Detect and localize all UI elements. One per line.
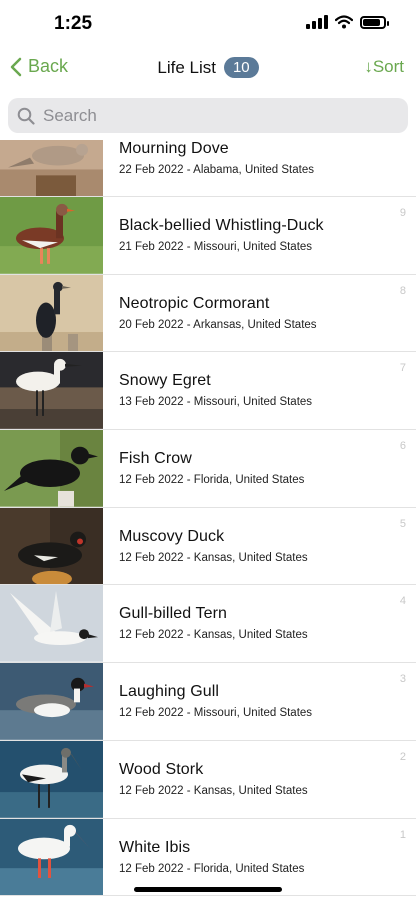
cellular-signal-icon xyxy=(306,15,328,29)
sighting-meta: 13 Feb 2022 - Missouri, United States xyxy=(119,396,313,409)
bird-name: White Ibis xyxy=(119,838,191,856)
bird-name: Mourning Dove xyxy=(119,140,229,157)
sighting-meta: 21 Feb 2022 - Missouri, United States xyxy=(119,241,313,253)
sighting-meta: 12 Feb 2022 - Missouri, United States xyxy=(119,707,313,720)
list-item[interactable]: Fish Crow 12 Feb 2022 - Florida, United … xyxy=(0,430,416,508)
page-title: Life List 10 xyxy=(0,57,416,78)
list-number: 7 xyxy=(399,362,406,375)
bird-photo xyxy=(0,585,103,663)
count-badge: 10 xyxy=(223,57,259,78)
bird-photo xyxy=(0,197,103,274)
sort-button[interactable]: ↓Sort xyxy=(364,57,404,77)
bird-name: Muscovy Duck xyxy=(119,527,225,545)
sighting-meta: 12 Feb 2022 - Kansas, United States xyxy=(119,629,308,642)
search-bar[interactable] xyxy=(8,98,408,133)
list-item[interactable]: Gull-billed Tern 12 Feb 2022 - Kansas, U… xyxy=(0,585,416,664)
navigation-bar: Back Life List 10 ↓Sort xyxy=(0,48,416,90)
list-item[interactable]: Black-bellied Whistling-Duck 21 Feb 2022… xyxy=(0,197,416,275)
list-item[interactable]: White Ibis 12 Feb 2022 - Florida, United… xyxy=(0,818,416,897)
status-bar: 1:25 xyxy=(0,0,416,48)
wifi-icon xyxy=(335,15,353,29)
list-number: 4 xyxy=(399,595,406,608)
bird-photo xyxy=(0,663,103,740)
list-number: 1 xyxy=(399,828,406,841)
list-item[interactable]: Neotropic Cormorant 20 Feb 2022 - Arkans… xyxy=(0,274,416,353)
bird-name: Laughing Gull xyxy=(119,683,220,701)
list-number: 9 xyxy=(399,207,406,219)
list-number: 2 xyxy=(399,750,406,763)
bird-name: Snowy Egret xyxy=(119,372,211,390)
bird-photo xyxy=(0,430,103,507)
bird-photo xyxy=(0,352,103,430)
sighting-meta: 12 Feb 2022 - Florida, United States xyxy=(119,862,305,875)
bird-photo xyxy=(0,818,103,896)
page-title-text: Life List xyxy=(157,57,216,77)
home-indicator[interactable] xyxy=(134,887,282,892)
battery-icon xyxy=(360,15,389,29)
life-list: Mourning Dove 22 Feb 2022 - Alabama, Uni… xyxy=(0,140,416,897)
bird-name: Wood Stork xyxy=(119,760,204,778)
search-icon xyxy=(17,107,35,125)
list-item[interactable]: Mourning Dove 22 Feb 2022 - Alabama, Uni… xyxy=(0,140,416,197)
list-number: 6 xyxy=(399,440,406,453)
list-number: 3 xyxy=(399,673,406,686)
search-input[interactable] xyxy=(41,104,385,127)
list-item[interactable]: Snowy Egret 13 Feb 2022 - Missouri, Unit… xyxy=(0,352,416,431)
sighting-meta: 20 Feb 2022 - Arkansas, United States xyxy=(119,318,317,331)
bird-photo xyxy=(0,274,103,352)
sighting-meta: 12 Feb 2022 - Florida, United States xyxy=(119,474,305,487)
sighting-meta: 22 Feb 2022 - Alabama, United States xyxy=(119,164,314,176)
list-item[interactable]: Wood Stork 12 Feb 2022 - Kansas, United … xyxy=(0,740,416,819)
list-number: 5 xyxy=(399,517,406,530)
bird-name: Gull-billed Tern xyxy=(119,605,228,623)
bird-name: Black-bellied Whistling-Duck xyxy=(119,217,324,234)
bird-photo xyxy=(0,740,103,818)
bird-name: Neotropic Cormorant xyxy=(119,294,270,312)
bird-photo xyxy=(0,140,103,196)
sighting-meta: 12 Feb 2022 - Kansas, United States xyxy=(119,784,308,797)
list-number: 8 xyxy=(399,284,406,297)
sighting-meta: 12 Feb 2022 - Kansas, United States xyxy=(119,551,308,564)
bird-photo xyxy=(0,507,103,585)
status-icons xyxy=(306,15,389,29)
status-time: 1:25 xyxy=(54,13,93,34)
list-item[interactable]: Laughing Gull 12 Feb 2022 - Missouri, Un… xyxy=(0,663,416,741)
bird-name: Fish Crow xyxy=(119,450,192,468)
list-item[interactable]: Muscovy Duck 12 Feb 2022 - Kansas, Unite… xyxy=(0,507,416,586)
